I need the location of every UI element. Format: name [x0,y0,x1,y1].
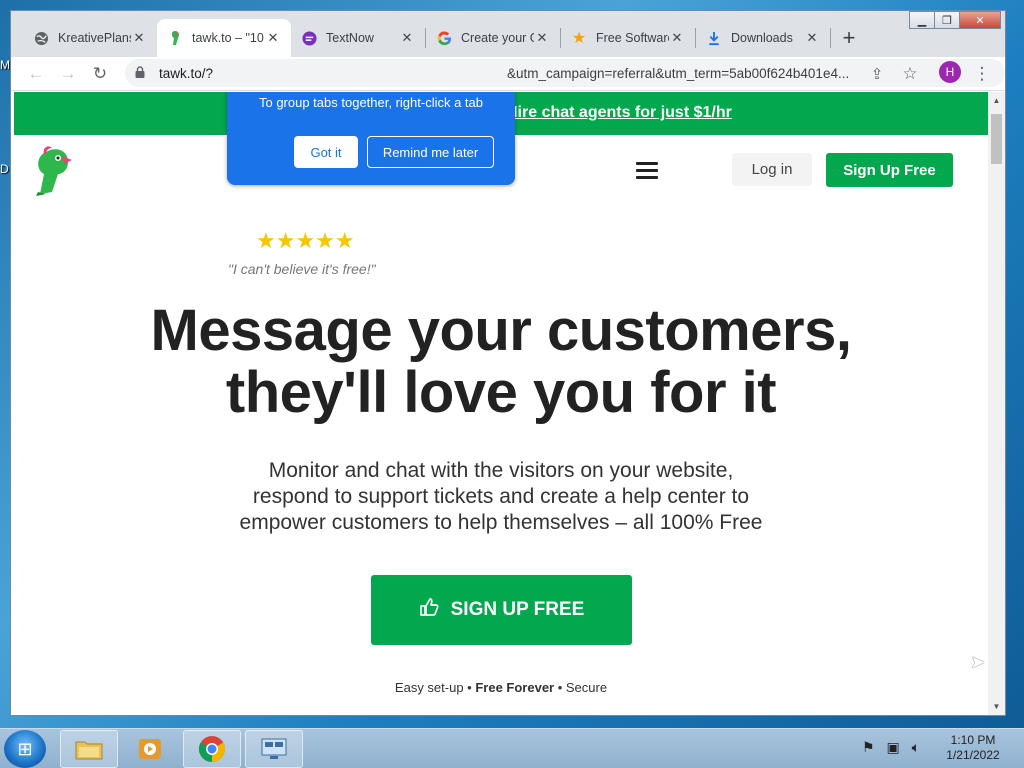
web-page: Hire chat agents for just $1/hr Log in S… [14,92,988,715]
lock-icon [135,65,149,81]
close-tab-icon[interactable]: ✕ [669,30,685,46]
tab-group-tip-popup: To group tabs together, right-click a ta… [227,92,515,185]
maximize-button[interactable]: ❐ [934,11,960,29]
cta-label: SIGN UP FREE [450,599,585,620]
headline-line: they'll love you for it [225,360,777,425]
globe-icon [33,30,49,46]
star-icon: ★ [571,30,587,47]
browser-toolbar: ← → ↻ tawk.to/? &utm_campaign=referral&u… [11,57,1005,91]
minimize-button[interactable]: ▁ [909,11,935,29]
tawk-logo[interactable] [26,144,76,196]
thumbs-up-icon [419,597,439,623]
window-controls: ▁ ❐ ✕ [909,11,1001,29]
tip-message: To group tabs together, right-click a ta… [258,95,483,110]
tagline: Easy set-up • Free Forever • Secure [14,680,988,695]
tab-strip: KreativePlans ✕ tawk.to – "10 ✕ TextNow … [23,19,867,57]
subtext-line: Monitor and chat with the visitors on yo… [268,459,734,482]
chrome-icon[interactable] [183,730,241,768]
google-icon [436,30,452,46]
close-tab-icon[interactable]: ✕ [131,30,147,46]
url-text-start: tawk.to/? [159,65,214,81]
tab-free-software[interactable]: ★ Free Software ✕ [561,19,695,57]
close-window-button[interactable]: ✕ [959,11,1001,29]
tawk-parrot-icon [167,30,183,46]
hero-subtext: Monitor and chat with the visitors on yo… [14,458,988,536]
got-it-button[interactable]: Got it [294,136,358,168]
close-tab-icon[interactable]: ✕ [534,30,550,46]
new-tab-button[interactable]: + [831,19,867,57]
rating-stars: ★★★★★ [256,228,355,253]
tab-tawk[interactable]: tawk.to – "10 ✕ [157,19,291,57]
taskbar: ⊞ ⚑ ▣ 🔈︎ 1:10 PM 1/21/2022 [0,728,1024,768]
signup-button[interactable]: Sign Up Free [826,153,953,187]
tagline-part: • Secure [554,680,608,695]
share-icon[interactable]: ⇪ [864,61,890,87]
tab-kreativeplans[interactable]: KreativePlans ✕ [23,19,157,57]
headline-line: Message your customers, [150,298,852,363]
tab-title: tawk.to – "10 [192,31,264,45]
download-icon [706,30,722,46]
hero-headline: Message your customers, they'll love you… [14,300,988,424]
title-bar: ▁ ❐ ✕ KreativePlans ✕ tawk.to – "10 ✕ Te… [11,11,1005,57]
back-arrow-icon[interactable]: ← [23,61,49,87]
flag-alert-icon[interactable]: ⚑ [862,739,875,755]
scroll-thumb[interactable] [991,114,1002,164]
remote-desktop-icon[interactable] [245,730,303,768]
signup-free-cta-button[interactable]: SIGN UP FREE [371,575,632,645]
tab-title: KreativePlans [58,31,131,45]
clock-date: 1/21/2022 [946,748,1000,762]
menu-kebab-icon[interactable]: ⋮ [969,61,995,87]
tab-title: Free Software [596,31,669,45]
system-clock[interactable]: 1:10 PM 1/21/2022 [940,733,1006,763]
testimonial-quote: "I can't believe it's free!" [228,261,376,277]
system-tray: ⚑ ▣ 🔈︎ [862,739,920,756]
browser-window: ▁ ❐ ✕ KreativePlans ✕ tawk.to – "10 ✕ Te… [10,10,1006,716]
mouse-cursor-icon: ➤ [970,652,986,672]
file-explorer-icon[interactable] [60,730,118,768]
hamburger-menu-icon[interactable] [636,162,658,179]
scroll-up-icon[interactable]: ▲ [992,96,1001,105]
tab-downloads[interactable]: Downloads ✕ [696,19,830,57]
network-icon[interactable]: ▣ [886,739,899,755]
bookmark-star-icon[interactable]: ☆ [897,61,923,87]
subtext-line: empower customers to help themselves – a… [239,511,763,534]
start-button[interactable]: ⊞ [4,730,46,768]
profile-avatar[interactable]: H [939,61,961,83]
tagline-emphasis: Free Forever [475,680,555,695]
reload-icon[interactable]: ↻ [87,61,113,87]
textnow-icon [301,30,317,46]
tab-title: TextNow [326,31,374,45]
tab-title: Downloads [731,31,793,45]
close-tab-icon[interactable]: ✕ [265,30,281,46]
desktop-icon-label: M [0,58,10,72]
url-text-end: &utm_campaign=referral&utm_term=5ab00f62… [507,65,850,81]
clock-time: 1:10 PM [950,733,996,747]
tab-textnow[interactable]: TextNow ✕ [291,19,425,57]
subtext-line: respond to support tickets and create a … [252,485,750,508]
scroll-down-icon[interactable]: ▼ [992,702,1001,711]
close-tab-icon[interactable]: ✕ [399,30,415,46]
desktop-icon-label: D [0,162,9,176]
volume-icon[interactable]: 🔈︎ [912,739,920,755]
tab-google[interactable]: Create your G ✕ [426,19,560,57]
tagline-part: Easy set-up • [394,680,476,695]
remind-me-later-button[interactable]: Remind me later [367,136,494,168]
forward-arrow-icon[interactable]: → [55,61,81,87]
login-button[interactable]: Log in [732,153,812,186]
hire-agents-link[interactable]: Hire chat agents for just $1/hr [506,104,732,122]
tab-title: Create your G [461,31,534,45]
close-tab-icon[interactable]: ✕ [804,30,820,46]
media-player-icon[interactable] [121,730,179,768]
page-scrollbar[interactable]: ▲ ▼ [988,92,1005,715]
